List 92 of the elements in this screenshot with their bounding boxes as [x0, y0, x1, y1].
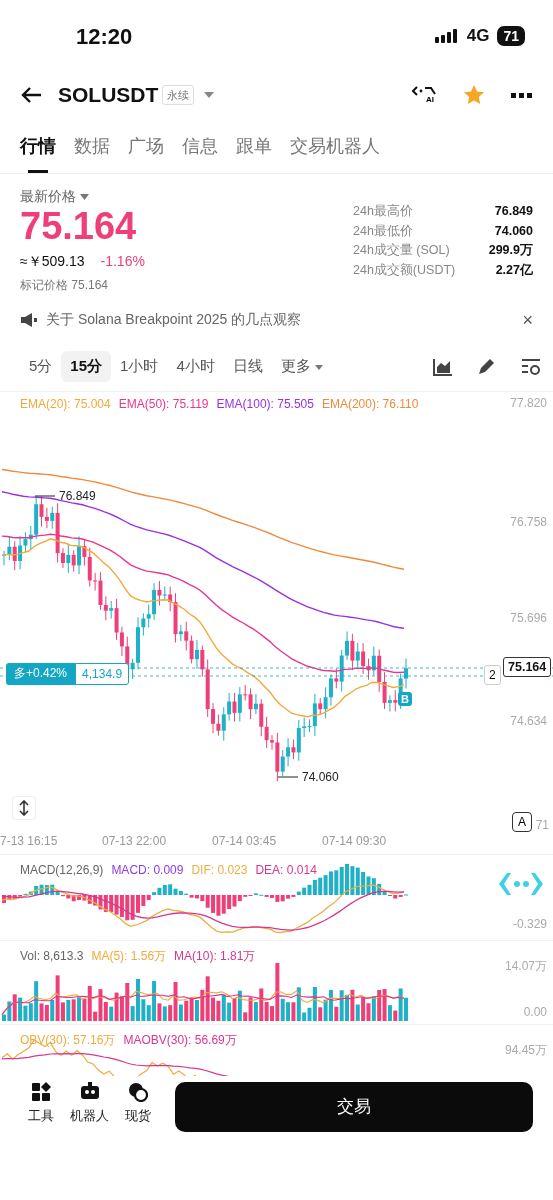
- indicator-settings-button[interactable]: [521, 357, 541, 376]
- tools-icon: [31, 1082, 51, 1102]
- tab[interactable]: 信息: [182, 119, 218, 173]
- indicator-legend: EMA(20): 75.004: [20, 395, 111, 413]
- indicator-legend: MAOBV(30): 56.69万: [123, 1031, 237, 1049]
- chart-type-button[interactable]: [433, 357, 453, 376]
- indicator-legend: EMA(50): 75.119: [118, 395, 209, 413]
- mark-price: 标记价格 75.164: [20, 276, 110, 294]
- stat-value: 2.27亿: [494, 261, 533, 279]
- interval-tab[interactable]: 日线: [223, 351, 272, 382]
- settings-icon: [521, 357, 541, 376]
- interval-tab[interactable]: 15分: [61, 351, 112, 382]
- last-price: 75.164: [20, 207, 138, 247]
- indicator-legend: DIF: 0.023: [191, 861, 248, 879]
- close-button[interactable]: ×: [522, 310, 533, 329]
- indicator-legend: MA(5): 1.56万: [91, 947, 167, 965]
- stat-value: 299.9万: [487, 242, 533, 259]
- tab[interactable]: 数据: [74, 119, 110, 173]
- indicator-legend: MA(10): 1.81万: [174, 947, 256, 965]
- toolbar-item[interactable]: 工具: [20, 1082, 62, 1126]
- network-label: 4G: [466, 25, 490, 48]
- axis-label: 76.758: [510, 514, 547, 531]
- area-chart-icon: [433, 357, 453, 376]
- axis-label: 75.696: [510, 610, 547, 627]
- axis-label: 14.07万: [504, 958, 547, 975]
- axis-label: 07-13 22:00: [102, 833, 167, 850]
- axis-label: 74.634: [510, 713, 547, 730]
- stat-label: 24h成交量 (SOL): [353, 242, 451, 259]
- stat-label: 24h成交额(USDT): [353, 261, 457, 279]
- axis-label: 7-13 16:15: [0, 833, 58, 850]
- interval-tab[interactable]: 1小时: [111, 351, 168, 382]
- back-icon: [20, 86, 42, 104]
- back-button[interactable]: [20, 86, 42, 104]
- tab[interactable]: 行情: [20, 119, 56, 173]
- price-marker-label: 76.849: [59, 488, 96, 505]
- stat-label: 24h最高价: [353, 203, 414, 220]
- indicator-legend: Vol: 8,613.3: [20, 947, 84, 965]
- axis-label: 71: [535, 817, 549, 834]
- indicator-legend: OBV(30): 57.16万: [20, 1031, 116, 1049]
- signal-icon: [434, 28, 459, 44]
- tab[interactable]: 广场: [128, 119, 164, 173]
- indicator-legend: EMA(100): 75.505: [216, 395, 314, 413]
- caret-icon[interactable]: [204, 92, 215, 98]
- trade-button[interactable]: 交易: [175, 1082, 533, 1132]
- announcement-text[interactable]: 关于 Solana Breakpoint 2025 的几点观察: [46, 309, 302, 330]
- more-menu-button[interactable]: 更多: [271, 351, 332, 382]
- caret-icon[interactable]: [314, 364, 323, 370]
- interval-tab[interactable]: 5分: [20, 351, 62, 382]
- price-change: -1.16%: [100, 251, 145, 271]
- status-time: 12:20: [76, 22, 133, 51]
- stat-label: 24h最低价: [353, 222, 414, 240]
- leader-line: [35, 495, 55, 497]
- caret-icon[interactable]: [80, 193, 89, 200]
- axis-label: -0.329: [512, 916, 547, 933]
- more-icon: [511, 92, 533, 99]
- ai-icon: [411, 86, 437, 96]
- pencil-icon: [477, 357, 497, 376]
- leader-line: [278, 776, 298, 778]
- interval-tab[interactable]: 4小时: [167, 351, 224, 382]
- contract-type-badge: 永续: [162, 84, 195, 106]
- axis-label: 77.820: [510, 395, 547, 412]
- tab[interactable]: 交易机器人: [290, 119, 380, 173]
- axis-label: 94.45万: [504, 1042, 547, 1059]
- ai-button[interactable]: AI: [411, 86, 437, 104]
- robot-icon: [79, 1082, 100, 1102]
- tab[interactable]: 跟单: [236, 119, 272, 173]
- axis-label: 07-14 09:30: [322, 833, 387, 850]
- toolbar-item[interactable]: 现货: [117, 1082, 159, 1126]
- auto-scale-button[interactable]: A: [512, 812, 532, 832]
- coins-icon: [128, 1082, 148, 1102]
- resize-button[interactable]: [12, 796, 36, 820]
- price-label: 最新价格: [20, 187, 76, 206]
- star-icon: [463, 84, 485, 106]
- megaphone-icon: [20, 311, 38, 328]
- indicator-legend: DEA: 0.014: [255, 861, 317, 879]
- stat-value: 74.060: [493, 222, 533, 240]
- stat-value: 76.849: [493, 203, 533, 220]
- indicator-legend: EMA(200): 76.110: [321, 395, 419, 413]
- axis-label: 07-14 03:45: [212, 833, 277, 850]
- price-marker-label: 74.060: [302, 769, 339, 786]
- indicator-legend: MACD(12,26,9): [20, 861, 104, 879]
- battery-indicator: 71: [497, 26, 525, 46]
- indicator-legend: MACD: 0.009: [111, 861, 184, 879]
- fiat-price: ≈￥509.13: [20, 251, 85, 271]
- symbol-title: SOLUSDT: [58, 82, 159, 109]
- ai-assistant-icon: [497, 871, 545, 897]
- axis-label: 0.00: [523, 1004, 547, 1021]
- order-count-tag[interactable]: 2: [484, 665, 501, 685]
- toolbar-item[interactable]: 机器人: [62, 1082, 117, 1126]
- vertical-arrows-icon: [19, 800, 29, 816]
- drawing-tools-button[interactable]: [477, 357, 497, 376]
- last-price-tag: 75.164: [503, 657, 552, 677]
